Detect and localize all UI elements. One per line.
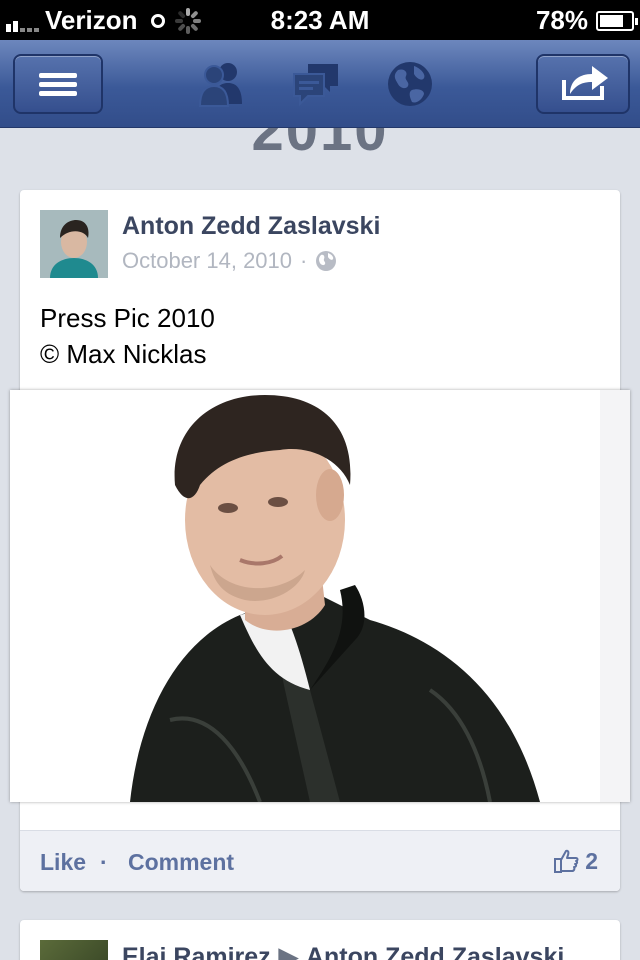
next-author-name[interactable]: Elai Ramirez [122,943,271,960]
story-date[interactable]: October 14, 2010 [122,248,292,274]
action-separator: · [100,849,108,875]
hamburger-menu-icon [39,73,77,96]
battery-percent: 78% [535,5,588,35]
share-button[interactable] [536,54,630,114]
story-card: Anton Zedd Zaslavski October 14, 2010 · … [10,190,630,891]
nav-jewels [196,58,436,110]
globe-notifications-icon [388,62,432,106]
facebook-nav-bar [0,40,640,128]
story-message: Press Pic 2010 © Max Nicklas [40,300,215,372]
friend-requests-button[interactable] [196,58,248,110]
story-actions-bar: Like · Comment 2 [20,830,620,891]
battery-icon [596,10,638,31]
thumbs-up-icon [554,849,579,873]
meta-separator: · [300,248,308,273]
like-count-number: 2 [585,847,598,874]
message-line-1: Press Pic 2010 [40,303,215,333]
profile-photo [40,210,108,278]
author-name[interactable]: Anton Zedd Zaslavski [122,212,380,241]
comment-button[interactable]: Comment [128,849,234,876]
messages-button[interactable] [290,58,342,110]
status-right: 78% [535,5,638,36]
next-target-name[interactable]: Anton Zedd Zaslavski [306,943,564,960]
press-photo-image [10,390,630,802]
story-photo[interactable] [10,390,630,802]
next-story-header: Elai Ramirez ▶ Anton Zedd Zaslavski [122,942,564,960]
menu-button[interactable] [13,54,103,114]
story-meta: October 14, 2010 · [122,248,337,274]
notifications-button[interactable] [384,58,436,110]
next-story-card: Elai Ramirez ▶ Anton Zedd Zaslavski [20,920,620,960]
messages-icon [293,64,338,107]
friend-requests-icon [198,63,242,107]
post-to-arrow-icon: ▶ [278,943,298,960]
status-bar: Verizon 8:23 AM 78% [0,0,640,40]
like-button[interactable]: Like [40,849,86,876]
next-author-avatar[interactable] [40,940,108,960]
share-icon [562,66,608,100]
author-avatar[interactable] [40,210,108,278]
globe-icon [316,251,337,271]
like-count[interactable]: 2 [553,847,598,875]
message-line-2: © Max Nicklas [40,339,207,369]
